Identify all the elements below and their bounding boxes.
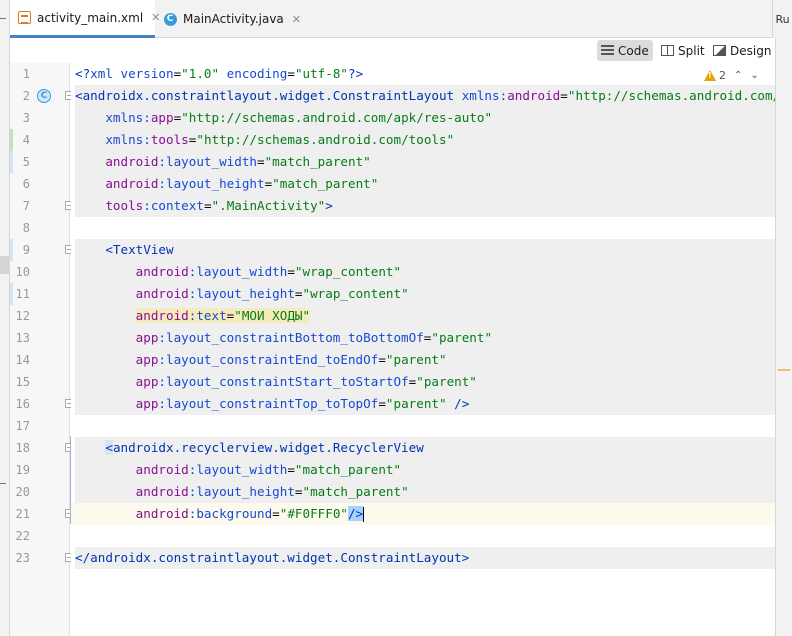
code-line: <androidx.recyclerview.widget.RecyclerVi… <box>71 437 775 459</box>
warning-stripe-mark[interactable] <box>778 369 790 371</box>
code-line: <androidx.constraintlayout.widget.Constr… <box>71 85 775 107</box>
split-view-label: Split <box>678 43 705 58</box>
tab-label: MainActivity.java <box>183 12 284 26</box>
code-line: tools:context=".MainActivity"> <box>71 195 775 217</box>
line-number: 11 <box>15 287 30 301</box>
code-line: android:layout_width="wrap_content" <box>71 261 775 283</box>
code-line: app:layout_constraintBottom_toBottomOf="… <box>71 327 775 349</box>
code-line: android:layout_height="match_parent" <box>71 481 775 503</box>
design-view-button[interactable]: Design <box>709 40 775 61</box>
line-number: 10 <box>15 265 30 279</box>
tab-label: activity_main.xml <box>37 10 144 25</box>
view-mode-toolbar: Code Split Design <box>10 38 775 63</box>
code-line: android:layout_width="match_parent" <box>71 151 775 173</box>
line-number: 9 <box>22 243 30 257</box>
design-icon <box>713 45 726 56</box>
code-line: android:text="МОИ ХОДЫ" <box>71 305 775 327</box>
code-line: app:layout_constraintTop_toTopOf="parent… <box>71 393 775 415</box>
code-line: android:layout_height="wrap_content" <box>71 283 775 305</box>
line-number: 2 <box>22 89 30 103</box>
code-icon <box>601 45 614 56</box>
line-number: 5 <box>22 155 30 169</box>
line-number: 15 <box>15 375 30 389</box>
warning-count: 2 <box>719 68 726 82</box>
code-line: <?xml version="1.0" encoding="utf-8"?> <box>75 66 364 81</box>
split-view-button[interactable]: Split <box>657 40 709 61</box>
split-icon <box>661 45 674 56</box>
line-number: 18 <box>15 441 30 455</box>
tab-mainactivity-java[interactable]: C MainActivity.java ✕ <box>155 0 305 38</box>
code-view-label: Code <box>618 43 649 58</box>
chevron-up-icon[interactable]: ⌃ <box>734 70 742 81</box>
java-class-icon: C <box>163 12 177 26</box>
tree-marker <box>0 18 6 19</box>
code-line: app:layout_constraintEnd_toEndOf="parent… <box>71 349 775 371</box>
code-line: <TextView <box>71 239 775 261</box>
code-line: </androidx.constraintlayout.widget.Const… <box>71 547 775 569</box>
inspection-widget[interactable]: 2 ⌃ ⌄ <box>704 67 770 83</box>
line-number: 21 <box>15 507 30 521</box>
line-number: 8 <box>22 221 30 235</box>
code-editor[interactable]: <?xml version="1.0" encoding="utf-8"?> <… <box>71 63 775 636</box>
project-panel-edge <box>0 0 10 636</box>
code-line: xmlns:app="http://schemas.android.com/ap… <box>71 107 775 129</box>
line-number: 6 <box>22 177 30 191</box>
code-line: android:layout_width="match_parent" <box>71 459 775 481</box>
line-number: 4 <box>22 133 30 147</box>
design-view-label: Design <box>730 43 772 58</box>
line-number: 23 <box>15 551 30 565</box>
line-number: 17 <box>15 419 30 433</box>
tab-activity-main-xml[interactable]: activity_main.xml ✕ <box>10 0 160 38</box>
line-number: 1 <box>22 67 30 81</box>
line-number: 16 <box>15 397 30 411</box>
warning-icon <box>704 69 716 81</box>
code-line: app:layout_constraintStart_toStartOf="pa… <box>71 371 775 393</box>
text-caret <box>363 507 365 522</box>
line-number: 19 <box>15 463 30 477</box>
code-view-button[interactable]: Code <box>597 40 653 61</box>
editor-tab-bar: activity_main.xml ✕ C MainActivity.java … <box>10 0 772 38</box>
chevron-down-icon[interactable]: ⌄ <box>750 70 758 81</box>
run-tool-window-button[interactable]: Ru <box>772 0 792 38</box>
line-number: 7 <box>22 199 30 213</box>
line-number: 12 <box>15 309 30 323</box>
line-number: 13 <box>15 331 30 345</box>
project-selected-row[interactable] <box>0 256 10 274</box>
line-number: 22 <box>15 529 30 543</box>
error-stripe <box>775 38 792 636</box>
code-line-current: android:background="#F0FFF0"/> <box>71 503 775 525</box>
line-number: 14 <box>15 353 30 367</box>
line-number: 20 <box>15 485 30 499</box>
tree-marker <box>0 483 6 484</box>
android-class-gutter-icon[interactable]: C <box>37 89 51 103</box>
code-line: android:layout_height="match_parent" <box>71 173 775 195</box>
close-icon[interactable]: ✕ <box>292 13 301 26</box>
line-number: 3 <box>22 111 30 125</box>
editor-gutter[interactable]: 1 2 3 4 5 6 7 8 9 10 11 12 13 14 15 16 1… <box>10 63 74 636</box>
xml-file-icon <box>18 11 31 25</box>
code-line: xmlns:tools="http://schemas.android.com/… <box>71 129 775 151</box>
